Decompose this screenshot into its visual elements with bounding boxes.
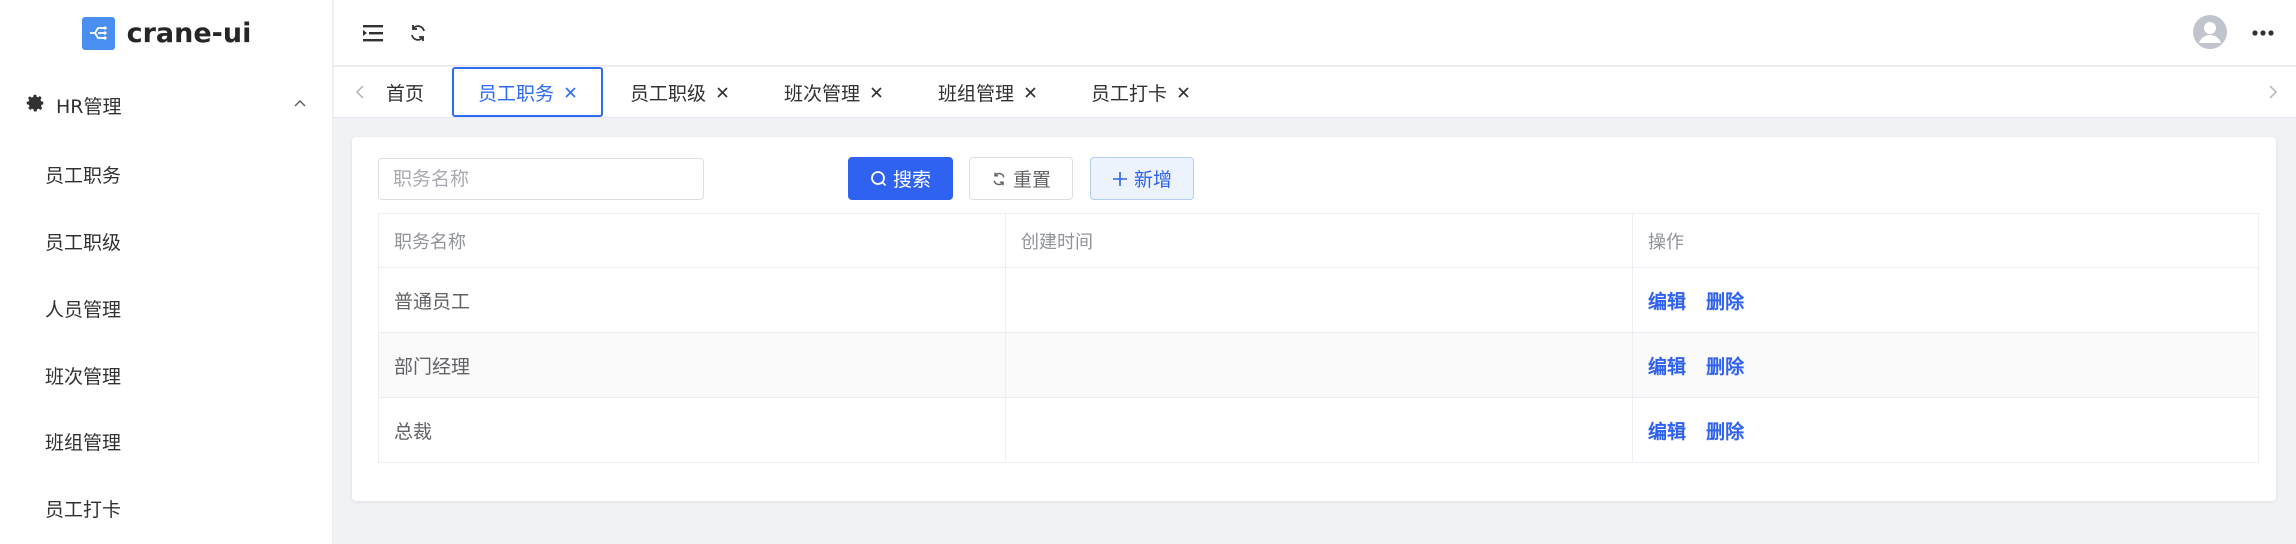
chevron-left-icon[interactable] <box>350 81 370 103</box>
menu-toggle-icon[interactable] <box>360 20 386 46</box>
refresh-icon <box>993 172 1005 185</box>
content-card: 搜索 重置 新增 职务名称 创建时间 操作 普通员工 编辑 删除 <box>352 137 2276 501</box>
sidebar-item-team[interactable]: 班组管理 <box>0 418 333 464</box>
tab-job-title[interactable]: 员工职务 <box>452 67 603 117</box>
refresh-icon[interactable] <box>405 20 431 46</box>
tab-home[interactable]: 首页 <box>386 67 424 118</box>
tab-label: 员工职务 <box>477 82 554 105</box>
cell-name: 普通员工 <box>378 267 1006 333</box>
table-header-row: 职务名称 创建时间 操作 <box>378 213 2259 268</box>
job-title-table: 职务名称 创建时间 操作 普通员工 编辑 删除 部门经理 编辑 删除 总裁 编辑… <box>378 213 2259 463</box>
tab-label: 首页 <box>386 83 425 105</box>
add-button-label: 新增 <box>1133 169 1172 191</box>
tab-label: 班次管理 <box>784 83 861 105</box>
tab-label: 员工职级 <box>630 83 707 105</box>
chevron-up-icon <box>293 94 307 116</box>
sidebar-item-personnel[interactable]: 人员管理 <box>0 285 333 331</box>
table-row: 普通员工 编辑 删除 <box>378 267 2259 333</box>
sidebar-item-job-level[interactable]: 员工职级 <box>0 218 333 264</box>
column-header-created: 创建时间 <box>1005 213 1633 268</box>
app-name: crane-ui <box>126 17 252 49</box>
menu-group-hr[interactable]: HR管理 <box>0 82 333 128</box>
sidebar-item-clock-in[interactable]: 员工打卡 <box>0 485 333 531</box>
chevron-right-icon[interactable] <box>2263 81 2283 103</box>
sidebar: crane-ui HR管理 员工职务 员工职级 人员管理 班次管理 班组管理 员… <box>0 0 333 544</box>
column-header-actions: 操作 <box>1632 213 2259 268</box>
edit-link[interactable]: 编辑 <box>1648 421 1686 443</box>
close-icon[interactable] <box>716 86 729 99</box>
more-icon[interactable] <box>2250 20 2276 46</box>
cell-created <box>1005 397 1633 463</box>
cell-actions: 编辑 删除 <box>1632 267 2259 333</box>
search-button-label: 搜索 <box>892 169 931 191</box>
tab-team[interactable]: 班组管理 <box>938 67 1037 118</box>
close-icon[interactable] <box>564 86 577 99</box>
menu-group-label: HR管理 <box>56 95 122 118</box>
reset-button[interactable]: 重置 <box>969 157 1073 200</box>
tab-shift[interactable]: 班次管理 <box>784 67 883 118</box>
table-row: 总裁 编辑 删除 <box>378 397 2259 463</box>
close-icon[interactable] <box>1024 86 1037 99</box>
cell-name: 部门经理 <box>378 332 1006 398</box>
cell-created <box>1005 332 1633 398</box>
table-row: 部门经理 编辑 删除 <box>378 332 2259 398</box>
close-icon[interactable] <box>870 86 883 99</box>
tab-clock-in[interactable]: 员工打卡 <box>1091 67 1190 118</box>
top-header <box>334 0 2296 66</box>
job-title-search-input[interactable] <box>378 158 704 200</box>
sidebar-item-shift[interactable]: 班次管理 <box>0 352 333 398</box>
close-icon[interactable] <box>1177 86 1190 99</box>
search-button[interactable]: 搜索 <box>848 157 953 200</box>
cell-created <box>1005 267 1633 333</box>
cell-actions: 编辑 删除 <box>1632 332 2259 398</box>
tab-label: 员工打卡 <box>1091 83 1168 105</box>
sidebar-item-job-title[interactable]: 员工职务 <box>0 151 333 197</box>
tabs-bar: 首页 员工职务 员工职级 班次管理 班组管理 员工打卡 <box>334 67 2296 118</box>
add-button[interactable]: 新增 <box>1090 157 1194 200</box>
delete-link[interactable]: 删除 <box>1706 356 1744 378</box>
gear-icon <box>24 92 46 119</box>
search-icon <box>871 171 887 187</box>
column-header-name: 职务名称 <box>378 213 1006 268</box>
delete-link[interactable]: 删除 <box>1706 291 1744 313</box>
plus-icon <box>1112 171 1127 186</box>
cell-actions: 编辑 删除 <box>1632 397 2259 463</box>
tab-label: 班组管理 <box>938 83 1015 105</box>
edit-link[interactable]: 编辑 <box>1648 356 1686 378</box>
edit-link[interactable]: 编辑 <box>1648 291 1686 313</box>
logo-icon <box>81 16 115 50</box>
tab-job-level[interactable]: 员工职级 <box>630 67 729 118</box>
app-logo[interactable]: crane-ui <box>0 0 333 66</box>
reset-button-label: 重置 <box>1012 169 1051 191</box>
avatar[interactable] <box>2192 14 2228 50</box>
delete-link[interactable]: 删除 <box>1706 421 1744 443</box>
cell-name: 总裁 <box>378 397 1006 463</box>
